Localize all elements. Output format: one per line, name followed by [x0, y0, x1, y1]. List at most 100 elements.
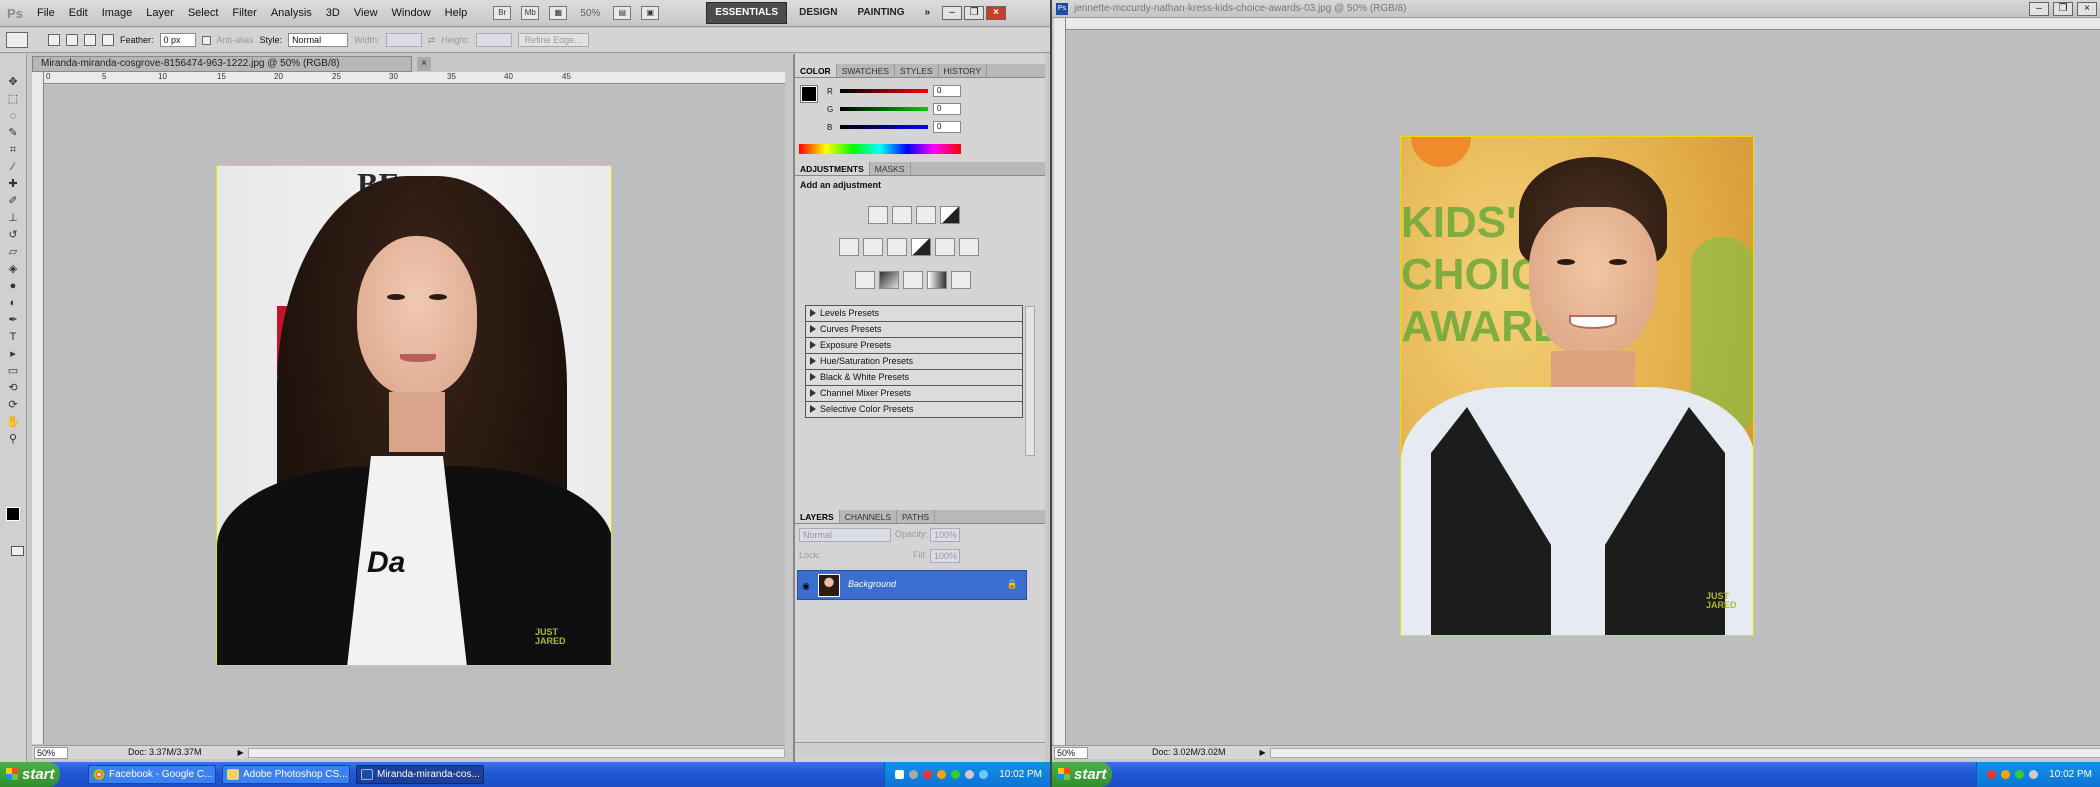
black-white-icon[interactable] [911, 238, 931, 256]
refine-edge-button[interactable]: Refine Edge... [517, 33, 589, 47]
right-updates-tray-icon[interactable] [2001, 770, 2011, 779]
tab-swatches[interactable]: SWATCHES [837, 64, 895, 77]
shape-icon[interactable]: ▭ [3, 363, 23, 379]
clone-stamp-icon[interactable]: ⊥ [3, 210, 23, 226]
lasso-icon[interactable]: ◌ [3, 108, 23, 124]
green-value[interactable]: 0 [933, 103, 961, 115]
menu-image[interactable]: Image [95, 0, 140, 27]
vibrance-icon[interactable] [839, 238, 859, 256]
more-workspaces-button[interactable]: » [916, 3, 938, 23]
hand-icon[interactable]: ✋ [3, 414, 23, 430]
doc-close-icon[interactable]: × [2077, 2, 2097, 16]
swap-icon[interactable]: ⇄ [428, 35, 436, 46]
green-slider[interactable] [840, 107, 928, 111]
exposure-icon[interactable] [940, 206, 960, 224]
minimize-icon[interactable]: – [942, 6, 963, 20]
volume-tray-icon[interactable] [965, 770, 975, 779]
add-selection-icon[interactable] [66, 34, 78, 46]
feather-input[interactable]: 0 px [159, 33, 196, 47]
doc-minimize-icon[interactable]: – [2029, 2, 2049, 16]
dodge-icon[interactable]: ◐ [3, 295, 23, 311]
horizontal-scrollbar[interactable] [247, 747, 785, 758]
color-foreground-swatch[interactable] [800, 85, 818, 103]
tab-masks[interactable]: MASKS [870, 162, 911, 175]
hue-saturation-icon[interactable] [863, 238, 883, 256]
brush-icon[interactable]: ✐ [3, 193, 23, 209]
menu-file[interactable]: File [30, 0, 62, 27]
antialias-checkbox[interactable] [201, 35, 211, 45]
photo-filter-icon[interactable] [935, 238, 955, 256]
menu-filter[interactable]: Filter [225, 0, 263, 27]
layer-row-background[interactable]: ◉ Background 🔒 [797, 570, 1027, 600]
history-brush-icon[interactable]: ↺ [3, 227, 23, 243]
red-slider[interactable] [840, 89, 928, 93]
screen-mode-icon[interactable]: ▣ [641, 6, 660, 20]
minibridge-icon[interactable]: Mb [521, 6, 540, 20]
bridge-icon[interactable]: Br [493, 6, 512, 20]
menu-window[interactable]: Window [385, 0, 438, 27]
path-selection-icon[interactable]: ▸ [3, 346, 23, 362]
threshold-icon[interactable] [903, 271, 923, 289]
preset-levels[interactable]: Levels Presets [805, 305, 1023, 322]
eyedropper-icon[interactable]: ⁄ [3, 159, 23, 175]
right-status-menu-arrow-icon[interactable]: ▶ [1260, 746, 1266, 759]
brightness-icon[interactable] [868, 206, 888, 224]
preset-channel-mixer[interactable]: Channel Mixer Presets [805, 385, 1023, 402]
right-antivirus-tray-icon[interactable] [1987, 770, 1997, 779]
opacity-input[interactable]: 100% [930, 528, 960, 542]
close-icon[interactable]: × [986, 6, 1007, 20]
workspace-painting[interactable]: PAINTING [849, 3, 912, 23]
presets-scrollbar[interactable] [1025, 306, 1035, 456]
3d-rotate-icon[interactable]: ⟲ [3, 380, 23, 396]
foreground-color-swatch[interactable] [6, 507, 20, 521]
tab-channels[interactable]: CHANNELS [840, 510, 897, 523]
curves-icon[interactable] [916, 206, 936, 224]
paint-bucket-icon[interactable]: ◈ [3, 261, 23, 277]
visibility-eye-icon[interactable]: ◉ [802, 581, 810, 592]
menu-layer[interactable]: Layer [139, 0, 181, 27]
antivirus-tray-icon[interactable] [923, 770, 933, 779]
posterize-icon[interactable] [879, 271, 899, 289]
zoom-icon[interactable]: ⚲ [3, 431, 23, 447]
taskbar-item-photoshop-folder[interactable]: Adobe Photoshop CS... [222, 765, 350, 784]
3d-orbit-icon[interactable]: ⟳ [3, 397, 23, 413]
healing-brush-icon[interactable]: ✚ [3, 176, 23, 192]
workspace-design[interactable]: DESIGN [791, 3, 845, 23]
intersect-selection-icon[interactable] [102, 34, 114, 46]
network-tray-icon[interactable] [909, 770, 919, 779]
preset-selective-color[interactable]: Selective Color Presets [805, 401, 1023, 418]
color-balance-icon[interactable] [887, 238, 907, 256]
right-start-button[interactable]: start [1052, 762, 1112, 787]
tab-layers[interactable]: LAYERS [795, 510, 840, 523]
menu-view[interactable]: View [347, 0, 385, 27]
arrange-documents-icon[interactable]: ▤ [613, 6, 632, 20]
status-zoom-input[interactable]: 50% [34, 746, 68, 759]
preset-black-white[interactable]: Black & White Presets [805, 369, 1023, 386]
menu-edit[interactable]: Edit [62, 0, 95, 27]
gradient-map-icon[interactable] [927, 271, 947, 289]
invert-icon[interactable] [855, 271, 875, 289]
taskbar-item-facebook[interactable]: Facebook - Google C... [88, 765, 216, 784]
selective-color-icon[interactable] [951, 271, 971, 289]
tab-color[interactable]: COLOR [795, 64, 837, 77]
blur-icon[interactable]: ● [3, 278, 23, 294]
help-tray-icon[interactable] [895, 770, 905, 779]
marquee-tool-preset-icon[interactable] [6, 32, 28, 48]
blend-mode-select[interactable]: Normal [799, 528, 891, 542]
layer-name[interactable]: Background [848, 579, 896, 589]
status-menu-arrow-icon[interactable]: ▶ [238, 746, 244, 759]
tab-paths[interactable]: PATHS [897, 510, 936, 523]
fill-input[interactable]: 100% [930, 549, 960, 563]
safety-tray-icon[interactable] [951, 770, 961, 779]
width-input[interactable] [385, 33, 422, 47]
workspace-essentials[interactable]: ESSENTIALS [706, 2, 788, 24]
doc-restore-icon[interactable]: ❐ [2053, 2, 2073, 16]
view-extras-icon[interactable]: ▦ [549, 6, 568, 20]
menu-analysis[interactable]: Analysis [264, 0, 319, 27]
rectangular-marquee-icon[interactable]: ⬚ [3, 91, 23, 107]
tab-styles[interactable]: STYLES [895, 64, 939, 77]
document-canvas[interactable]: BEH Da JUST JARED [44, 85, 785, 745]
taskbar-item-miranda[interactable]: Miranda-miranda-cos... [356, 765, 484, 784]
right-document-canvas[interactable]: KIDS' CHOICE AWARDS JUST JARED [1066, 31, 2100, 745]
restore-icon[interactable]: ❐ [964, 6, 985, 20]
